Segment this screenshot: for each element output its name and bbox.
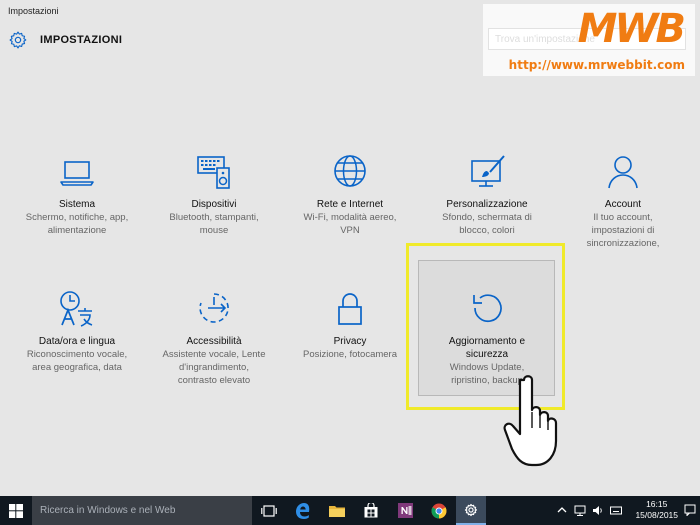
clock-time: 16:15 xyxy=(646,499,668,509)
gear-icon[interactable] xyxy=(8,30,28,50)
tile-desc-line: impostazioni di xyxy=(591,225,655,236)
tile-title: Rete e Internet xyxy=(316,199,384,210)
tile-desc-line: Bluetooth, stampanti, xyxy=(169,212,259,223)
task-view-icon xyxy=(261,504,277,517)
clock-language-icon xyxy=(60,291,93,327)
start-button[interactable] xyxy=(0,496,32,525)
tile-desc-line: mouse xyxy=(199,225,229,236)
refresh-icon xyxy=(473,294,502,323)
network-icon[interactable] xyxy=(574,505,586,516)
taskbar-search[interactable]: Ricerca in Windows e nel Web xyxy=(32,496,252,525)
tile-desc-line: area geografica, data xyxy=(32,362,122,373)
system-tray: 16:15 15/08/2015 xyxy=(550,496,700,525)
tile-title: Accessibilità xyxy=(186,336,242,347)
tile-desc-line: VPN xyxy=(340,225,360,236)
tile-account[interactable]: Account Il tuo account, impostazioni di … xyxy=(558,152,688,250)
folder-icon xyxy=(329,506,345,517)
tile-desc-line: Posizione, fotocamera xyxy=(303,349,397,360)
clock-date: 15/08/2015 xyxy=(635,510,678,520)
chrome-button[interactable] xyxy=(424,496,454,525)
paintbrush-icon xyxy=(471,155,505,187)
tile-title: Personalizzazione xyxy=(446,199,528,210)
lock-icon xyxy=(338,293,362,325)
volume-icon[interactable] xyxy=(592,505,604,516)
windows-logo-icon xyxy=(9,503,23,518)
task-view-button[interactable] xyxy=(254,496,284,525)
person-icon xyxy=(608,156,638,189)
tile-desc-line: sincronizzazione, xyxy=(586,238,660,249)
clock[interactable]: 16:15 15/08/2015 xyxy=(635,499,678,521)
file-explorer-button[interactable] xyxy=(322,496,352,525)
tile-privacy[interactable]: Privacy Posizione, fotocamera xyxy=(285,289,415,361)
onenote-icon xyxy=(397,503,413,518)
chrome-icon xyxy=(431,503,447,518)
store-button[interactable] xyxy=(356,496,386,525)
tile-desc-line: Il tuo account, xyxy=(593,212,653,223)
edge-button[interactable] xyxy=(288,496,318,525)
tile-title: Dispositivi xyxy=(191,199,237,210)
page-title: IMPOSTAZIONI xyxy=(40,34,123,46)
tile-desc-line: Schermo, notifiche, app, xyxy=(25,212,129,223)
settings-window: Impostazioni IMPOSTAZIONI MWB http://www… xyxy=(0,0,700,496)
tile-title: Privacy xyxy=(333,336,367,347)
tile-desc-line: Assistente vocale, Lente xyxy=(162,349,266,360)
tile-desc-line: contrasto elevato xyxy=(177,375,251,386)
tile-data-ora-lingua[interactable]: Data/ora e lingua Riconoscimento vocale,… xyxy=(12,289,142,374)
keyboard-icon[interactable] xyxy=(610,505,622,516)
tile-personalizzazione[interactable]: Personalizzazione Sfondo, schermata di b… xyxy=(422,152,552,237)
accessibility-icon xyxy=(199,293,229,323)
tile-desc-line: Riconoscimento vocale, xyxy=(26,349,128,360)
tile-desc-line: d'ingrandimento, xyxy=(179,362,249,373)
tile-desc-line: Sfondo, schermata di xyxy=(442,212,532,223)
devices-icon xyxy=(197,156,230,189)
laptop-icon xyxy=(60,161,94,186)
notifications-icon[interactable] xyxy=(684,504,696,516)
window-title: Impostazioni xyxy=(8,6,59,16)
tile-title: Sistema xyxy=(58,199,96,210)
hand-cursor-icon xyxy=(503,375,558,467)
onenote-button[interactable] xyxy=(390,496,420,525)
watermark-url: http://www.mrwebbit.com xyxy=(508,58,685,72)
edge-icon xyxy=(296,502,310,519)
watermark: MWB http://www.mrwebbit.com xyxy=(483,4,695,76)
tile-rete-internet[interactable]: Rete e Internet Wi-Fi, modalità aereo, V… xyxy=(285,152,415,237)
taskbar-search-text: Ricerca in Windows e nel Web xyxy=(40,505,176,516)
tile-sistema[interactable]: Sistema Schermo, notifiche, app, aliment… xyxy=(12,152,142,237)
tile-title: Account xyxy=(604,199,642,210)
tile-title: Aggiornamento e sicurezza xyxy=(448,336,526,360)
tile-accessibilita[interactable]: Accessibilità Assistente vocale, Lente d… xyxy=(149,289,279,387)
store-icon xyxy=(364,503,378,518)
tile-dispositivi[interactable]: Dispositivi Bluetooth, stampanti, mouse xyxy=(149,152,279,237)
tile-desc-line: blocco, colori xyxy=(459,225,515,236)
watermark-logo: MWB xyxy=(577,6,686,52)
tile-desc-line: Wi-Fi, modalità aereo, xyxy=(303,212,397,223)
gear-icon xyxy=(464,503,478,516)
globe-icon xyxy=(334,155,366,187)
tile-desc-line: alimentazione xyxy=(47,225,107,236)
chevron-up-icon[interactable] xyxy=(556,505,568,516)
tile-title: Data/ora e lingua xyxy=(38,336,116,347)
taskbar: Ricerca in Windows e nel Web 16:15 15/08… xyxy=(0,496,700,525)
settings-taskbar-button[interactable] xyxy=(456,496,486,525)
